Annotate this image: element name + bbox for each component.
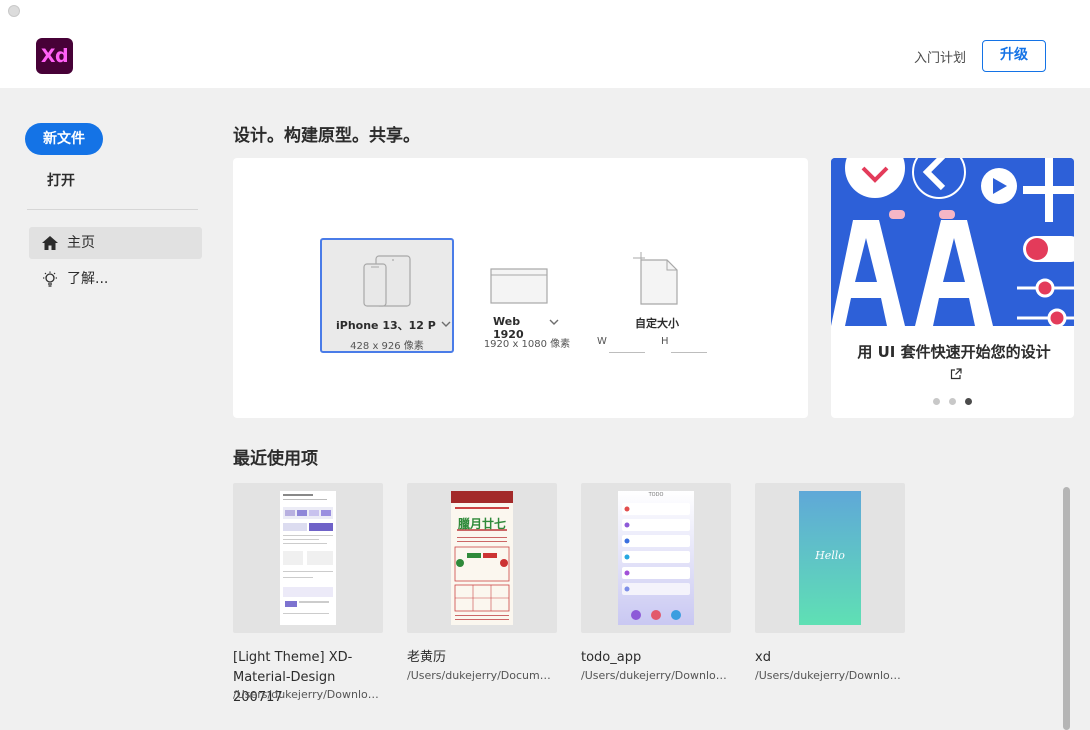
file-thumbnail: Hello	[755, 483, 905, 633]
lightbulb-icon	[43, 271, 57, 287]
phone-tablet-icon	[363, 255, 411, 307]
home-icon	[42, 236, 58, 250]
document-icon	[633, 252, 678, 305]
new-file-button[interactable]: 新文件	[25, 123, 103, 155]
preset-panel: iPhone 13、12 Pr... 428 x 926 像素 Web 1920…	[233, 158, 808, 418]
preset-name: 自定大小	[635, 317, 679, 330]
file-name: 老黄历	[407, 650, 447, 665]
file-thumbnail: 臘月廿七	[407, 483, 557, 633]
file-thumbnail: TODO	[581, 483, 731, 633]
todo-header-title: TODO	[648, 492, 664, 498]
sidebar-item-home[interactable]: 主页	[29, 227, 202, 259]
file-path: /Users/dukejerry/Download...	[233, 688, 383, 701]
xd-logo: Xd	[36, 38, 73, 74]
sidebar-item-label: 主页	[67, 235, 95, 251]
almanac-date-title: 臘月廿七	[457, 517, 506, 531]
promo-text-label: 用 UI 套件快速开始您的设计	[857, 343, 1051, 361]
height-label: H	[661, 336, 669, 347]
file-path: /Users/dukejerry/Documents	[407, 669, 557, 682]
app-header: Xd 入门计划 升级	[0, 0, 1090, 88]
ui-kit-illustration	[831, 158, 1074, 326]
starter-plan-link[interactable]: 入门计划	[914, 47, 966, 66]
preset-iphone[interactable]: iPhone 13、12 Pr... 428 x 926 像素	[320, 238, 454, 353]
file-path: /Users/dukejerry/Download...	[755, 669, 905, 682]
upgrade-button[interactable]: 升级	[982, 40, 1046, 72]
preset-size: 428 x 926 像素	[350, 341, 424, 352]
file-path: /Users/dukejerry/Downloads	[581, 669, 731, 682]
file-name: todo_app	[581, 650, 642, 665]
scrollbar-thumb[interactable]	[1063, 487, 1070, 730]
recent-file-card[interactable]: [Light Theme] XD-Material-Design 200717 …	[233, 483, 383, 713]
ui-kit-promo-card[interactable]: 用 UI 套件快速开始您的设计	[831, 158, 1074, 418]
browser-window-icon	[490, 268, 548, 304]
sidebar-divider	[27, 209, 198, 210]
carousel-dot-2[interactable]	[949, 398, 956, 405]
file-name: xd	[755, 650, 771, 665]
window-close-button[interactable]	[8, 5, 20, 17]
material-design-preview	[280, 491, 336, 625]
file-thumbnail	[233, 483, 383, 633]
preset-custom-size[interactable]: 自定大小 W H	[591, 238, 725, 353]
preset-web-1920[interactable]: Web 1920 1920 x 1080 像素	[463, 238, 597, 353]
height-input[interactable]	[671, 352, 707, 353]
sidebar-item-label: 了解...	[67, 271, 109, 287]
carousel-dot-1[interactable]	[933, 398, 940, 405]
almanac-preview	[451, 491, 513, 625]
page-title: 设计。构建原型。共享。	[233, 126, 420, 146]
recent-section-title: 最近使用项	[233, 449, 318, 469]
width-label: W	[597, 336, 607, 347]
open-button[interactable]: 打开	[47, 170, 75, 190]
sidebar: 新文件 打开 主页 了解...	[0, 88, 215, 730]
todo-app-preview	[618, 491, 694, 625]
recent-file-card[interactable]: Hello xd /Users/dukejerry/Download...	[755, 483, 905, 713]
preset-size: 1920 x 1080 像素	[483, 339, 571, 350]
carousel-dot-3[interactable]	[965, 398, 972, 405]
external-link-icon	[950, 368, 962, 380]
recent-file-card[interactable]: TODO todo_app /Users/dukejerry/Downloads	[581, 483, 731, 713]
chevron-down-icon[interactable]	[549, 317, 559, 327]
width-input[interactable]	[609, 352, 645, 353]
promo-text: 用 UI 套件快速开始您的设计	[849, 341, 1059, 385]
chevron-down-icon[interactable]	[441, 319, 451, 329]
hello-text: Hello	[815, 549, 845, 562]
sidebar-item-learn[interactable]: 了解...	[29, 263, 202, 295]
recent-file-card[interactable]: 臘月廿七 老黄历 /Users/dukejerry/Documents	[407, 483, 557, 713]
preset-name: iPhone 13、12 Pr...	[336, 319, 436, 332]
